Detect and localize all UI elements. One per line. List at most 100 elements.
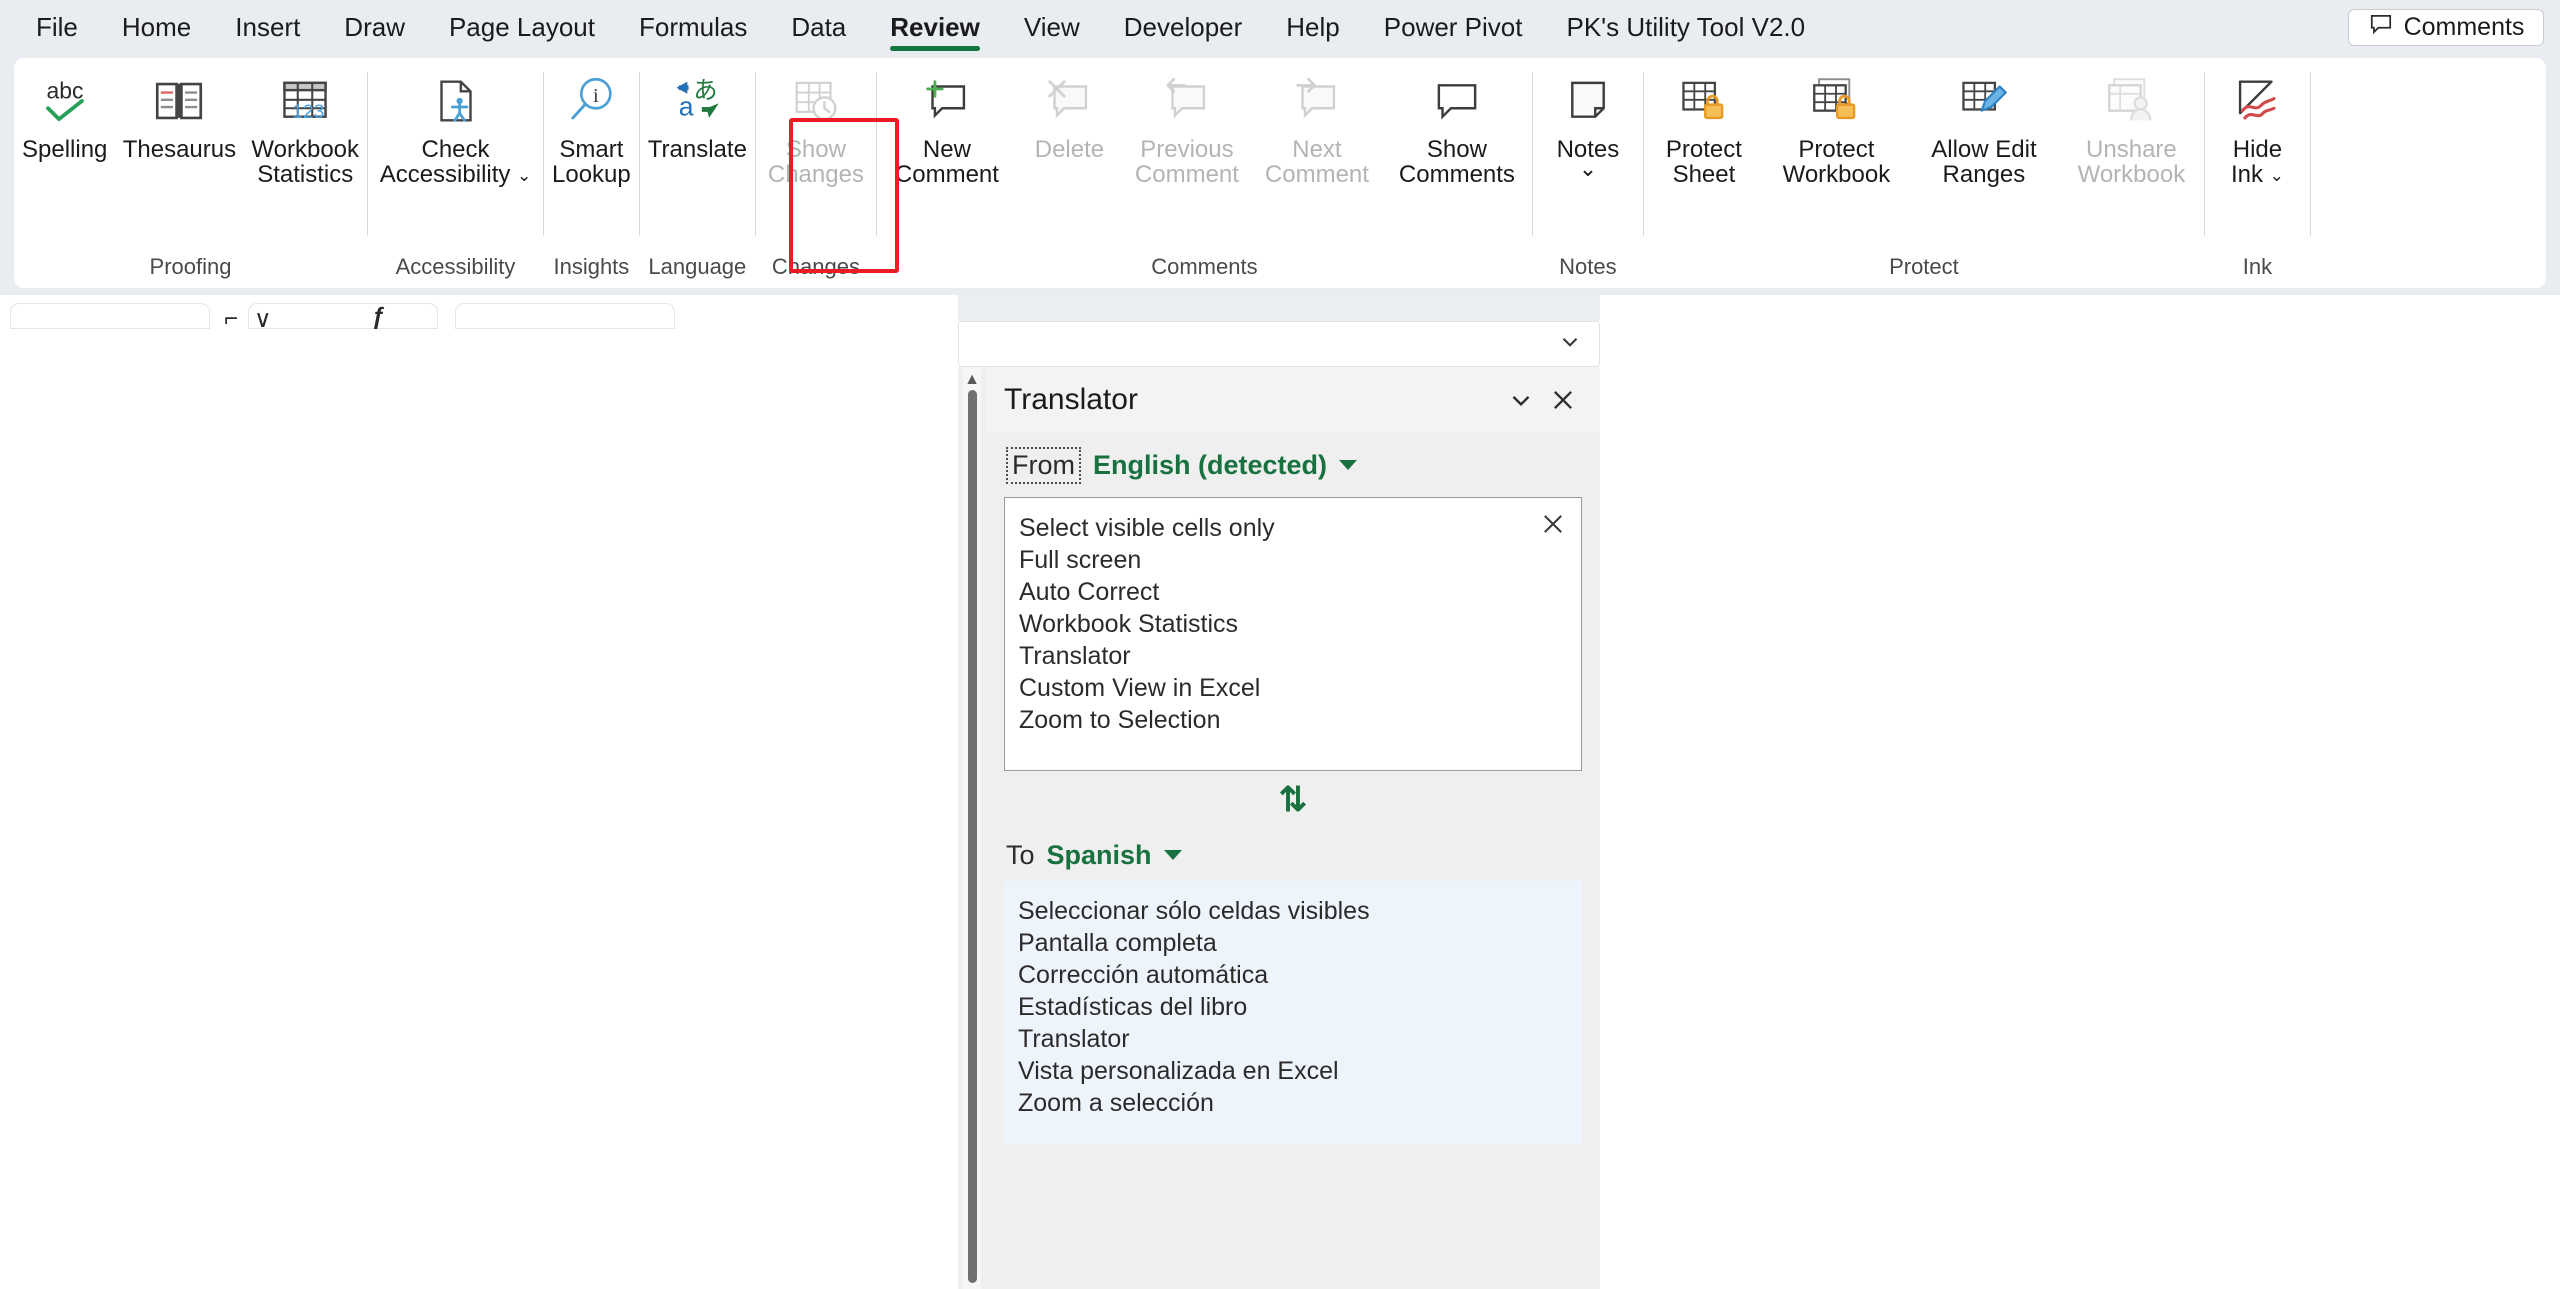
check-accessibility-button[interactable]: Check Accessibility ⌄: [368, 66, 543, 187]
translated-line: Corrección automática: [1018, 961, 1269, 989]
tab-review[interactable]: Review: [868, 0, 1002, 55]
translate-button[interactable]: a あ Translate: [640, 66, 755, 163]
group-label-comments: Comments: [1151, 254, 1258, 279]
next-comment-button: Next Comment: [1252, 66, 1382, 187]
show-comments-label: Show Comments: [1398, 136, 1515, 189]
ribbon-group-ink: Hide Ink ⌄ Ink: [2205, 58, 2310, 288]
tab-view[interactable]: View: [1002, 0, 1102, 55]
translate-icon: a あ: [666, 70, 728, 132]
translated-text-box[interactable]: Seleccionar sólo celdas visibles Pantall…: [1004, 881, 1582, 1145]
allow-edit-ranges-button[interactable]: Allow Edit Ranges: [1909, 66, 2059, 187]
show-changes-icon: [785, 70, 847, 132]
protect-workbook-button[interactable]: Protect Workbook: [1764, 66, 1909, 187]
ribbon-tab-strip: File Home Insert Draw Page Layout Formul…: [0, 0, 2560, 55]
comments-button[interactable]: Comments: [2348, 9, 2544, 46]
chevron-down-icon[interactable]: ⌄: [1579, 158, 1597, 180]
tab-label: Data: [791, 12, 847, 42]
formula-bar-strip: [958, 295, 1600, 321]
chevron-down-icon[interactable]: [1557, 329, 1583, 360]
protect-sheet-lock-icon: [1673, 70, 1735, 132]
unshare-workbook-button: Unshare Workbook: [2059, 66, 2204, 187]
formula-bar[interactable]: [958, 321, 1600, 367]
clipped-glyph: ∨: [254, 306, 272, 333]
tab-draw[interactable]: Draw: [322, 0, 427, 55]
tab-home[interactable]: Home: [100, 0, 213, 55]
clipped-element-c: [455, 303, 675, 329]
group-divider: [2309, 72, 2311, 236]
show-comments-icon: [1426, 70, 1488, 132]
source-line: Zoom to Selection: [1019, 706, 1221, 734]
group-label-changes: Changes: [771, 254, 860, 279]
protect-sheet-button[interactable]: Protect Sheet: [1644, 66, 1764, 187]
swap-languages-button[interactable]: ⇅: [1004, 771, 1582, 829]
to-language-row[interactable]: To Spanish: [1004, 829, 1582, 881]
close-icon[interactable]: [1544, 381, 1582, 419]
scroll-up-arrow-icon[interactable]: ▲: [964, 372, 980, 388]
tab-label: Home: [121, 12, 192, 42]
tab-label: File: [36, 12, 78, 42]
tab-help[interactable]: Help: [1264, 0, 1361, 55]
smart-lookup-magnifier-icon: i: [560, 70, 622, 132]
spelling-abc-check-icon: abc: [34, 70, 96, 132]
svg-text:123: 123: [292, 102, 324, 123]
clipped-glyph: ƒ: [372, 303, 386, 330]
hide-ink-icon: [2226, 70, 2288, 132]
svg-text:i: i: [593, 85, 599, 107]
tab-pks-utility-tool[interactable]: PK's Utility Tool V2.0: [1545, 0, 1828, 55]
tab-label: Insert: [235, 12, 301, 42]
tab-insert[interactable]: Insert: [213, 0, 322, 55]
to-language-value[interactable]: Spanish: [1047, 840, 1152, 871]
check-accessibility-label: Check Accessibility ⌄: [379, 136, 532, 189]
notes-button[interactable]: Notes ⌄: [1533, 66, 1643, 180]
translator-pane-container: ▲ Translator From English (detected) Sel…: [958, 367, 1600, 1289]
show-comments-button[interactable]: Show Comments: [1382, 66, 1532, 187]
delete-comment-button: Delete: [1017, 66, 1122, 162]
caret-down-icon[interactable]: [1339, 460, 1358, 470]
ribbon-group-accessibility: Check Accessibility ⌄ Accessibility: [368, 58, 543, 288]
worksheet-area: ⌐ ∨ ƒ ▲ Translator From English (detecte…: [0, 295, 2560, 1289]
from-language-row[interactable]: From English (detected): [1004, 433, 1582, 497]
clear-source-text-icon[interactable]: [1539, 510, 1567, 543]
workbook-statistics-button[interactable]: 123 Workbook Statistics: [243, 66, 367, 187]
chevron-down-icon[interactable]: [1502, 381, 1540, 419]
clipped-element-b: [248, 303, 438, 329]
pane-scrollbar[interactable]: ▲: [963, 367, 981, 1289]
scrollbar-thumb[interactable]: [967, 390, 977, 1283]
allow-edit-ranges-label: Allow Edit Ranges: [1931, 136, 2037, 189]
group-label-insights: Insights: [553, 254, 630, 279]
new-comment-icon: [916, 70, 978, 132]
tab-label: Review: [890, 12, 980, 42]
tab-data[interactable]: Data: [769, 0, 868, 55]
tab-formulas[interactable]: Formulas: [617, 0, 769, 55]
ribbon-group-proofing: abc Spelling Thesaurus 123 Workbook Stat…: [14, 58, 367, 288]
new-comment-label: New Comment: [894, 136, 999, 189]
group-label-notes: Notes: [1559, 254, 1617, 279]
translate-label: Translate: [647, 136, 747, 163]
translated-line: Vista personalizada en Excel: [1018, 1057, 1339, 1085]
previous-comment-button: Previous Comment: [1122, 66, 1252, 187]
source-text-box[interactable]: Select visible cells only Full screen Au…: [1004, 497, 1582, 771]
protect-workbook-lock-icon: [1805, 70, 1867, 132]
source-line: Custom View in Excel: [1019, 674, 1261, 702]
smart-lookup-button[interactable]: i Smart Lookup: [544, 66, 639, 187]
chevron-down-icon[interactable]: ⌄: [517, 167, 531, 185]
hide-ink-button[interactable]: Hide Ink ⌄: [2205, 66, 2310, 187]
tab-label: PK's Utility Tool V2.0: [1566, 12, 1806, 42]
tab-developer[interactable]: Developer: [1102, 0, 1265, 55]
thesaurus-button[interactable]: Thesaurus: [115, 66, 243, 162]
chevron-down-icon[interactable]: ⌄: [2270, 167, 2284, 185]
hide-ink-label: Hide Ink ⌄: [2230, 136, 2284, 189]
spelling-button[interactable]: abc Spelling: [14, 66, 115, 163]
tab-power-pivot[interactable]: Power Pivot: [1362, 0, 1545, 55]
tab-page-layout[interactable]: Page Layout: [427, 0, 617, 55]
caret-down-icon[interactable]: [1163, 850, 1182, 860]
source-line: Auto Correct: [1019, 578, 1160, 606]
clipped-glyph: ⌐: [224, 305, 239, 332]
tab-label: Help: [1286, 12, 1340, 42]
new-comment-button[interactable]: New Comment: [877, 66, 1017, 187]
from-language-value[interactable]: English (detected): [1093, 450, 1327, 481]
ribbon-group-notes: Notes ⌄ Notes: [1533, 58, 1643, 288]
tab-file[interactable]: File: [14, 0, 100, 55]
allow-edit-ranges-pencil-icon: [1953, 70, 2015, 132]
delete-comment-label: Delete: [1034, 136, 1105, 163]
